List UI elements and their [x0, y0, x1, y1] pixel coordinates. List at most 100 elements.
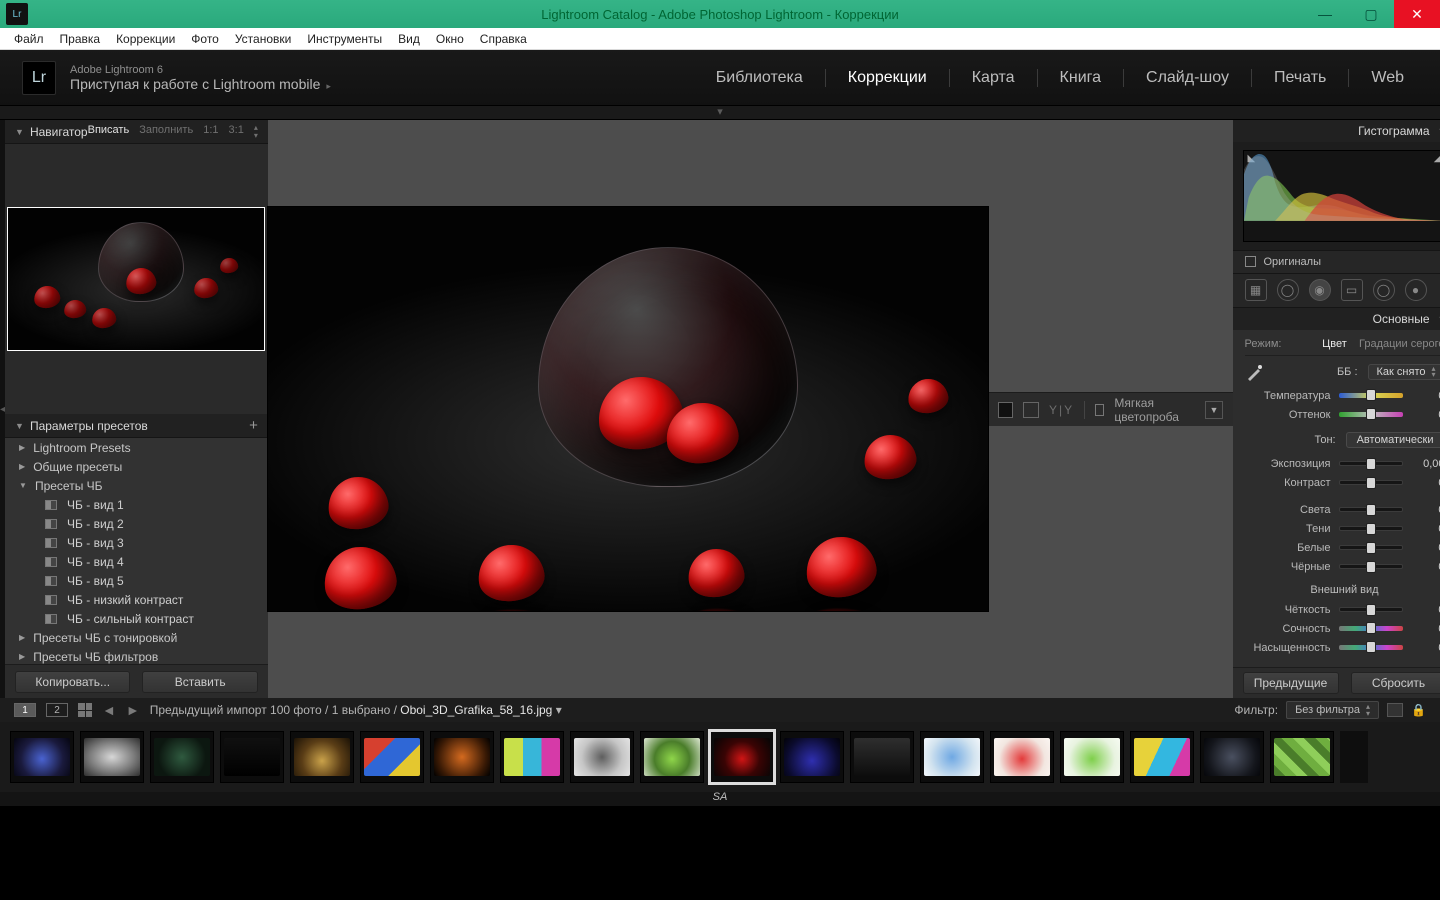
slider-temperature[interactable]: Температура0: [1245, 386, 1440, 405]
preset-item[interactable]: ЧБ - вид 2: [5, 514, 268, 533]
preset-group[interactable]: ▼Пресеты ЧБ: [5, 476, 268, 495]
bottom-collapse-strip[interactable]: SA: [0, 792, 1440, 806]
filmstrip-thumb[interactable]: [150, 731, 214, 783]
treatment-bw[interactable]: Градации серого: [1359, 338, 1440, 350]
filmstrip-thumb[interactable]: [850, 731, 914, 783]
slider-clarity[interactable]: Чёткость0: [1245, 600, 1440, 619]
preset-item[interactable]: ЧБ - вид 4: [5, 552, 268, 571]
menu-help[interactable]: Справка: [472, 30, 535, 48]
preset-group[interactable]: ▶Общие пресеты: [5, 457, 268, 476]
grid-icon[interactable]: [78, 703, 92, 717]
preset-group[interactable]: ▶Lightroom Presets: [5, 438, 268, 457]
menu-edit[interactable]: Правка: [52, 30, 109, 48]
filmstrip-thumb[interactable]: [360, 731, 424, 783]
softproof-checkbox[interactable]: [1095, 404, 1105, 416]
filmstrip-thumb[interactable]: [920, 731, 984, 783]
preset-item[interactable]: ЧБ - низкий контраст: [5, 590, 268, 609]
histogram[interactable]: ◣ ◢: [1233, 142, 1440, 250]
originals-checkbox[interactable]: [1245, 256, 1256, 267]
filmstrip-thumb[interactable]: [290, 731, 354, 783]
nav-3to1[interactable]: 3:1: [229, 124, 244, 140]
tab-slideshow[interactable]: Слайд-шоу: [1132, 65, 1243, 91]
redeye-tool-icon[interactable]: ◉: [1309, 279, 1331, 301]
menu-develop[interactable]: Коррекции: [108, 30, 183, 48]
filmstrip[interactable]: [0, 722, 1440, 792]
navigator-preview[interactable]: [5, 144, 268, 414]
slider-vibrance[interactable]: Сочность0: [1245, 619, 1440, 638]
preset-group[interactable]: ▶Пресеты ЧБ фильтров: [5, 647, 268, 664]
filmstrip-thumb[interactable]: [80, 731, 144, 783]
slider-highlights[interactable]: Света0: [1245, 500, 1440, 519]
tab-library[interactable]: Библиотека: [702, 65, 817, 91]
mobile-link[interactable]: Приступая к работе с Lightroom mobile▸: [70, 77, 331, 93]
filter-switch[interactable]: [1387, 703, 1403, 717]
spot-tool-icon[interactable]: ◯: [1277, 279, 1299, 301]
radial-tool-icon[interactable]: ◯: [1373, 279, 1395, 301]
filmstrip-thumb[interactable]: [1130, 731, 1194, 783]
filmstrip-thumb[interactable]: [570, 731, 634, 783]
nav-fwd-icon[interactable]: ►: [126, 702, 140, 718]
filmstrip-thumb[interactable]: [430, 731, 494, 783]
screen-1[interactable]: 1: [14, 703, 36, 717]
filmstrip-thumb[interactable]: [780, 731, 844, 783]
nav-fill[interactable]: Заполнить: [139, 124, 193, 140]
filmstrip-thumb[interactable]: [10, 731, 74, 783]
menu-photo[interactable]: Фото: [183, 30, 227, 48]
preset-item[interactable]: ЧБ - вид 3: [5, 533, 268, 552]
filmstrip-thumb[interactable]: [220, 731, 284, 783]
menu-tools[interactable]: Инструменты: [299, 30, 390, 48]
brush-tool-icon[interactable]: ●: [1405, 279, 1427, 301]
filter-lock-icon[interactable]: 🔒: [1411, 703, 1426, 717]
wb-picker-icon[interactable]: [1245, 362, 1265, 382]
tab-print[interactable]: Печать: [1260, 65, 1340, 91]
wb-dropdown[interactable]: Как снято▴▾: [1368, 364, 1440, 380]
tab-develop[interactable]: Коррекции: [834, 65, 941, 91]
slider-contrast[interactable]: Контраст0: [1245, 473, 1440, 492]
slider-shadows[interactable]: Тени0: [1245, 519, 1440, 538]
histogram-header[interactable]: Гистограмма▼: [1233, 120, 1440, 142]
filmstrip-thumb[interactable]: [500, 731, 564, 783]
preset-item[interactable]: ЧБ - вид 5: [5, 571, 268, 590]
basic-header[interactable]: Основные▼: [1233, 308, 1440, 330]
slider-whites[interactable]: Белые0: [1245, 538, 1440, 557]
add-preset-icon[interactable]: +: [249, 417, 258, 434]
preset-group[interactable]: ▶Пресеты ЧБ с тонировкой: [5, 628, 268, 647]
filmstrip-thumb[interactable]: [710, 731, 774, 783]
toolbar-dropdown-icon[interactable]: ▼: [1205, 401, 1222, 419]
nav-back-icon[interactable]: ◄: [102, 702, 116, 718]
loupe-view-icon[interactable]: [998, 402, 1014, 418]
crop-tool-icon[interactable]: ▦: [1245, 279, 1267, 301]
preset-item[interactable]: ЧБ - сильный контраст: [5, 609, 268, 628]
paste-button[interactable]: Вставить: [142, 671, 257, 693]
filmstrip-thumb[interactable]: [640, 731, 704, 783]
treatment-color[interactable]: Цвет: [1322, 338, 1347, 350]
presets-header[interactable]: ▼ Параметры пресетов +: [5, 414, 268, 438]
slider-exposure[interactable]: Экспозиция0,00: [1245, 454, 1440, 473]
loupe-view-alt-icon[interactable]: [1023, 402, 1039, 418]
originals-row[interactable]: Оригиналы: [1233, 250, 1440, 274]
menu-view[interactable]: Вид: [390, 30, 428, 48]
navigator-header[interactable]: ▼ Навигатор Вписать Заполнить 1:1 3:1 ▴▾: [5, 120, 268, 144]
tab-web[interactable]: Web: [1357, 65, 1418, 91]
breadcrumb[interactable]: Предыдущий импорт 100 фото / 1 выбрано /…: [150, 703, 562, 717]
filmstrip-thumb[interactable]: [990, 731, 1054, 783]
menu-file[interactable]: Файл: [6, 30, 52, 48]
tab-book[interactable]: Книга: [1046, 65, 1115, 91]
before-after-icon[interactable]: Y|Y: [1049, 403, 1074, 417]
tab-map[interactable]: Карта: [958, 65, 1029, 91]
top-collapse-strip[interactable]: [0, 106, 1440, 120]
slider-blacks[interactable]: Чёрные0: [1245, 557, 1440, 576]
menu-window[interactable]: Окно: [428, 30, 472, 48]
nav-fit[interactable]: Вписать: [88, 124, 130, 140]
filmstrip-thumb[interactable]: [1270, 731, 1334, 783]
slider-tint[interactable]: Оттенок0: [1245, 405, 1440, 424]
menu-settings[interactable]: Установки: [227, 30, 299, 48]
filmstrip-thumb[interactable]: [1060, 731, 1124, 783]
grad-tool-icon[interactable]: ▭: [1341, 279, 1363, 301]
screen-2[interactable]: 2: [46, 703, 68, 717]
reset-button[interactable]: Сбросить: [1351, 672, 1440, 694]
slider-saturation[interactable]: Насыщенность0: [1245, 638, 1440, 657]
nav-1to1[interactable]: 1:1: [203, 124, 218, 140]
preset-item[interactable]: ЧБ - вид 1: [5, 495, 268, 514]
auto-tone-button[interactable]: Автоматически: [1346, 432, 1440, 448]
